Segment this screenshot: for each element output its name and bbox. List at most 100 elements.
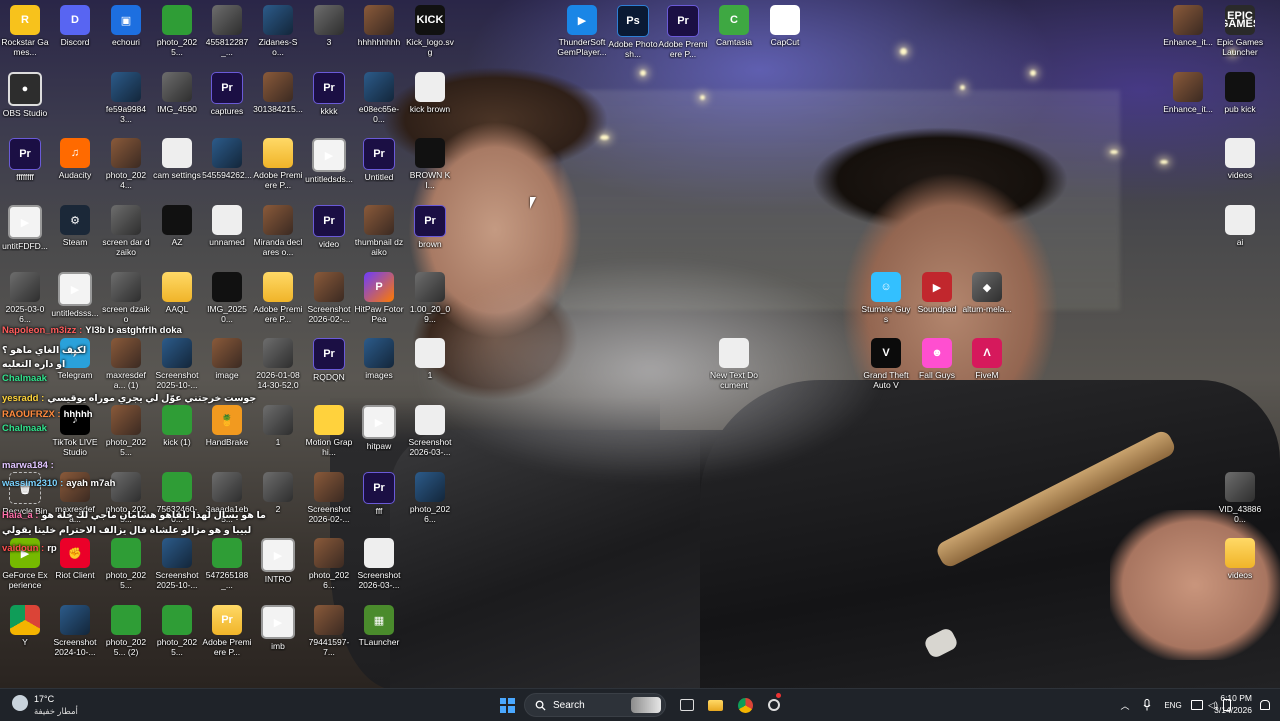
desktop-icon[interactable]: 1.00_20_09... xyxy=(405,272,455,324)
taskbar-clock[interactable]: 6:10 PM 3/14/2026 xyxy=(1214,692,1252,716)
desktop-icon[interactable]: e08ec65e-0... xyxy=(354,72,404,124)
desktop-icon[interactable]: 545594262... xyxy=(202,138,252,180)
desktop-icon[interactable]: ▶ ThunderSoft GemPlayer... xyxy=(557,5,607,57)
desktop-icon[interactable]: Pr RQDQN xyxy=(304,338,354,382)
desktop-icon[interactable]: ▶ untitFDFD... xyxy=(0,205,50,251)
desktop-icon[interactable]: Pr captures xyxy=(202,72,252,116)
desktop-icon[interactable]: cam settings xyxy=(152,138,202,180)
desktop-icon[interactable]: Miranda declares o... xyxy=(253,205,303,257)
desktop-icon[interactable]: 1 xyxy=(405,338,455,380)
desktop-icon[interactable]: ☻ Fall Guys xyxy=(912,338,962,380)
desktop-icon[interactable]: 2026-01-08 14-30-52.00... xyxy=(253,338,303,390)
desktop-icon[interactable]: 547265188_... xyxy=(202,538,252,590)
desktop-icon[interactable]: IMG_20250... xyxy=(202,272,252,324)
desktop-icon[interactable]: Screenshot 2026-02-... xyxy=(304,272,354,324)
desktop-icon[interactable]: AAQL xyxy=(152,272,202,314)
desktop-icon[interactable]: ▶ INTRO xyxy=(253,538,303,584)
desktop-icon[interactable]: ☺ Stumble Guys xyxy=(861,272,911,324)
taskbar-search[interactable]: Search xyxy=(524,693,666,717)
file-explorer-button[interactable] xyxy=(706,693,724,717)
language-indicator[interactable]: ENG xyxy=(1160,693,1186,717)
desktop-icon[interactable]: Screenshot 2025-10-... xyxy=(152,538,202,590)
desktop-icon[interactable]: ai xyxy=(1215,205,1265,247)
desktop-icon[interactable]: ◆ altum-mela... xyxy=(962,272,1012,314)
desktop-icon[interactable]: V Grand Theft Auto V xyxy=(861,338,911,390)
desktop-icon[interactable]: 79441597-7... xyxy=(304,605,354,657)
desktop-icon[interactable]: 3 xyxy=(304,5,354,47)
desktop-icon[interactable]: 2025-03-06... xyxy=(0,272,50,324)
desktop-icon[interactable]: photo_2026... xyxy=(405,472,455,524)
desktop-icon[interactable]: Screenshot 2026-03-... xyxy=(354,538,404,590)
desktop-icon[interactable]: screen dar dzaiko xyxy=(101,205,151,257)
desktop-icon[interactable]: photo_2025... (2) xyxy=(101,605,151,657)
desktop-icon[interactable]: photo_2025... xyxy=(101,538,151,590)
desktop-icon[interactable]: photo_2026... xyxy=(304,538,354,590)
desktop-icon[interactable]: photo_2025... xyxy=(101,405,151,457)
desktop-icon[interactable]: ✊ Riot Client xyxy=(50,538,100,580)
desktop-icon[interactable]: Motion Graphi... xyxy=(304,405,354,457)
desktop-icon[interactable]: 1 xyxy=(253,405,303,447)
desktop-icon[interactable]: fe59a99843... xyxy=(101,72,151,124)
desktop-icon[interactable]: kick brown xyxy=(405,72,455,114)
desktop-icon[interactable]: 301384215... xyxy=(253,72,303,114)
desktop-icon[interactable]: pub kick xyxy=(1215,72,1265,114)
desktop-icon[interactable]: BROWN KI... xyxy=(405,138,455,190)
desktop-icon[interactable]: kick (1) xyxy=(152,405,202,447)
desktop-icon[interactable]: 455812287_... xyxy=(202,5,252,57)
desktop-icon[interactable]: videos xyxy=(1215,538,1265,580)
desktop-icon[interactable]: ▶ Soundpad xyxy=(912,272,962,314)
desktop-icon[interactable]: ▦ TLauncher xyxy=(354,605,404,647)
desktop-icon[interactable]: Ps Adobe Photosh... xyxy=(608,5,658,59)
desktop-icon[interactable]: hhhhhhhhh xyxy=(354,5,404,47)
desktop-icon[interactable]: Pr Untitled xyxy=(354,138,404,182)
network-button[interactable] xyxy=(1190,693,1204,717)
desktop-icon[interactable]: Screenshot 2025-10-... xyxy=(152,338,202,390)
desktop-icon[interactable]: Adobe Premiere P... xyxy=(253,272,303,324)
desktop-icon[interactable]: Enhance_it... xyxy=(1163,5,1213,47)
desktop-icon[interactable]: Enhance_it... xyxy=(1163,72,1213,114)
desktop-icon[interactable]: Zidanes-So... xyxy=(253,5,303,57)
desktop-icon[interactable]: ▶ hitpaw xyxy=(354,405,404,451)
desktop-icon[interactable]: Pr ffffffff xyxy=(0,138,50,182)
desktop-icon[interactable]: Pr fff xyxy=(354,472,404,516)
desktop-icon[interactable]: screen dzaiko xyxy=(101,272,151,324)
desktop-icon[interactable]: EPIC GAMESEpic Games Launcher xyxy=(1215,5,1265,57)
desktop-icon[interactable]: ▶ imb xyxy=(253,605,303,651)
desktop-icon[interactable]: Screenshot 2026-03-... xyxy=(405,405,455,457)
start-button[interactable] xyxy=(497,693,517,717)
task-view-button[interactable] xyxy=(678,693,696,717)
chrome-taskbar-button[interactable] xyxy=(736,693,754,717)
desktop-icon[interactable]: KICK Kick_logo.svg xyxy=(405,5,455,57)
desktop-icon[interactable]: 🍍 HandBrake xyxy=(202,405,252,447)
app-taskbar-button[interactable] xyxy=(765,693,783,717)
desktop-icon[interactable]: thumbnail dzaiko xyxy=(354,205,404,257)
desktop-icon[interactable]: ● OBS Studio xyxy=(0,72,50,118)
notifications-button[interactable] xyxy=(1258,693,1272,717)
desktop-icon[interactable]: image xyxy=(202,338,252,380)
desktop-icon[interactable]: VID_438860... xyxy=(1215,472,1265,524)
desktop-icon[interactable]: maxresdefa... (1) xyxy=(101,338,151,390)
desktop-icon[interactable]: D Discord xyxy=(50,5,100,47)
desktop-icon[interactable]: New Text Document xyxy=(709,338,759,390)
desktop-icon[interactable]: Adobe Premiere P... xyxy=(253,138,303,190)
desktop-icon[interactable]: Pr kkkk xyxy=(304,72,354,116)
desktop-icon[interactable]: ⚙ Steam xyxy=(50,205,100,247)
show-hidden-icons-button[interactable]: ︿ xyxy=(1119,693,1131,717)
desktop-icon[interactable]: Pr video xyxy=(304,205,354,249)
desktop-icon[interactable]: Pr Adobe Premiere P... xyxy=(658,5,708,59)
desktop-icon[interactable]: ✂ CapCut xyxy=(760,5,810,47)
desktop-icon[interactable]: unnamed xyxy=(202,205,252,247)
desktop-icon[interactable]: ▶ untitledsss... xyxy=(50,272,100,318)
desktop-icon[interactable]: IMG_4590 xyxy=(152,72,202,114)
desktop-icon[interactable]: ▣ echouri xyxy=(101,5,151,47)
desktop-icon[interactable]: Screenshot 2026-02-... xyxy=(304,472,354,524)
desktop-icon[interactable]: Y xyxy=(0,605,50,647)
desktop-icon[interactable]: images xyxy=(354,338,404,380)
desktop-icon[interactable]: P HitPaw FotorPea xyxy=(354,272,404,324)
desktop-icon[interactable]: R Rockstar Games... xyxy=(0,5,50,57)
desktop-icon[interactable]: ♫ Audacity xyxy=(50,138,100,180)
desktop-icon[interactable]: videos xyxy=(1215,138,1265,180)
desktop-icon[interactable]: AZ xyxy=(152,205,202,247)
desktop-icon[interactable]: photo_2025... xyxy=(152,605,202,657)
weather-widget[interactable]: 17°C أمطار خفيفة xyxy=(0,689,120,721)
